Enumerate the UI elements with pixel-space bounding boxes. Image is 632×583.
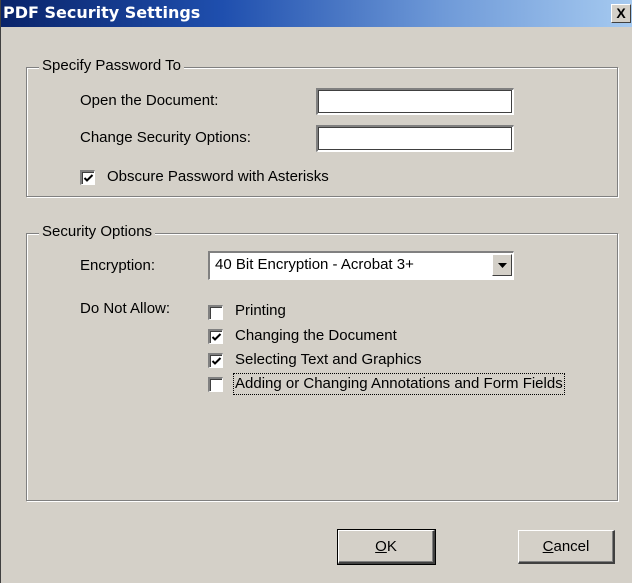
printing-checkbox[interactable] bbox=[208, 305, 223, 320]
checkmark-icon bbox=[83, 174, 94, 182]
printing-label[interactable]: Printing bbox=[235, 302, 286, 320]
checkmark-icon bbox=[211, 357, 222, 365]
encryption-selected-value: 40 Bit Encryption - Acrobat 3+ bbox=[215, 256, 414, 273]
open-document-password-field[interactable] bbox=[316, 88, 514, 115]
obscure-password-label[interactable]: Obscure Password with Asterisks bbox=[107, 168, 329, 186]
security-options-legend: Security Options bbox=[39, 223, 156, 241]
password-group-legend: Specify Password To bbox=[39, 57, 184, 75]
changing-document-checkbox[interactable] bbox=[208, 329, 223, 344]
checkmark-icon bbox=[211, 333, 222, 341]
obscure-password-checkbox[interactable] bbox=[80, 170, 95, 185]
ok-button-label: OK bbox=[375, 537, 397, 555]
change-security-password-input[interactable] bbox=[318, 127, 513, 151]
pdf-security-dialog: PDF Security Settings X Specify Password… bbox=[0, 0, 632, 583]
selecting-text-label[interactable]: Selecting Text and Graphics bbox=[235, 351, 422, 369]
close-button[interactable]: X bbox=[611, 4, 631, 23]
open-document-label: Open the Document: bbox=[80, 92, 219, 109]
cancel-button[interactable]: Cancel bbox=[518, 530, 615, 564]
changing-document-label[interactable]: Changing the Document bbox=[235, 327, 397, 345]
chevron-down-icon bbox=[498, 263, 507, 268]
selecting-text-checkbox[interactable] bbox=[208, 353, 223, 368]
cancel-button-label: Cancel bbox=[542, 537, 590, 555]
annotations-checkbox[interactable] bbox=[208, 377, 223, 392]
encryption-dropdown-button[interactable] bbox=[492, 254, 512, 276]
change-security-label: Change Security Options: bbox=[80, 129, 251, 146]
close-icon: X bbox=[616, 5, 626, 21]
window-title: PDF Security Settings bbox=[3, 3, 201, 22]
encryption-label: Encryption: bbox=[80, 257, 156, 274]
title-bar[interactable]: PDF Security Settings X bbox=[1, 0, 632, 27]
annotations-label[interactable]: Adding or Changing Annotations and Form … bbox=[233, 373, 565, 395]
encryption-dropdown[interactable]: 40 Bit Encryption - Acrobat 3+ bbox=[208, 251, 514, 280]
open-document-password-input[interactable] bbox=[318, 90, 513, 114]
change-security-password-field[interactable] bbox=[316, 125, 514, 152]
ok-button[interactable]: OK bbox=[337, 529, 436, 565]
do-not-allow-label: Do Not Allow: bbox=[80, 300, 171, 317]
